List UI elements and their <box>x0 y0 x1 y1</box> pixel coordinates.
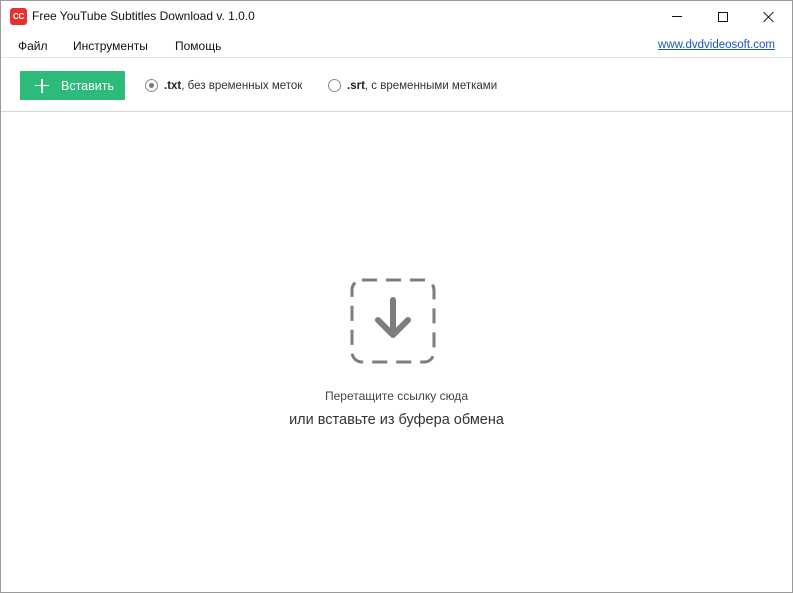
txt-format-option[interactable]: .txt , без временных меток <box>145 79 302 92</box>
download-drop-icon <box>350 278 436 364</box>
drop-zone[interactable]: Перетащите ссылку сюда или вставьте из б… <box>1 112 792 592</box>
website-link[interactable]: www.dvdvideosoft.com <box>658 39 775 51</box>
window-title: Free YouTube Subtitles Download v. 1.0.0 <box>32 9 255 23</box>
title-bar[interactable]: CC Free YouTube Subtitles Download v. 1.… <box>1 1 792 32</box>
drop-hint-secondary: или вставьте из буфера обмена <box>289 412 504 428</box>
radio-selected-dot <box>149 83 154 88</box>
drop-hint-primary: Перетащите ссылку сюда <box>325 389 468 403</box>
txt-desc-label: , без временных меток <box>181 79 303 92</box>
minimize-button[interactable] <box>654 1 700 32</box>
maximize-button[interactable] <box>700 1 746 32</box>
srt-format-option[interactable]: .srt , с временными метками <box>328 79 497 92</box>
app-logo-icon: CC <box>10 8 27 25</box>
app-window: CC Free YouTube Subtitles Download v. 1.… <box>0 0 793 593</box>
menu-bar: Файл Инструменты Помощь www.dvdvideosoft… <box>1 32 792 58</box>
txt-ext-label: .txt <box>164 79 182 92</box>
minimize-icon <box>672 16 682 17</box>
toolbar: Вставить .txt , без временных меток .srt… <box>1 59 792 112</box>
menu-help[interactable]: Помощь <box>175 39 221 53</box>
plus-icon <box>35 78 49 93</box>
srt-ext-label: .srt <box>347 79 365 92</box>
srt-radio[interactable] <box>328 79 341 92</box>
paste-button[interactable]: Вставить <box>20 71 125 100</box>
menu-tools[interactable]: Инструменты <box>73 39 148 53</box>
maximize-icon <box>718 11 728 22</box>
srt-desc-label: , с временными метками <box>364 79 498 92</box>
close-button[interactable] <box>746 1 792 32</box>
txt-radio[interactable] <box>145 79 158 92</box>
menu-file[interactable]: Файл <box>18 39 48 53</box>
paste-button-label: Вставить <box>61 78 114 93</box>
close-icon <box>763 11 775 23</box>
